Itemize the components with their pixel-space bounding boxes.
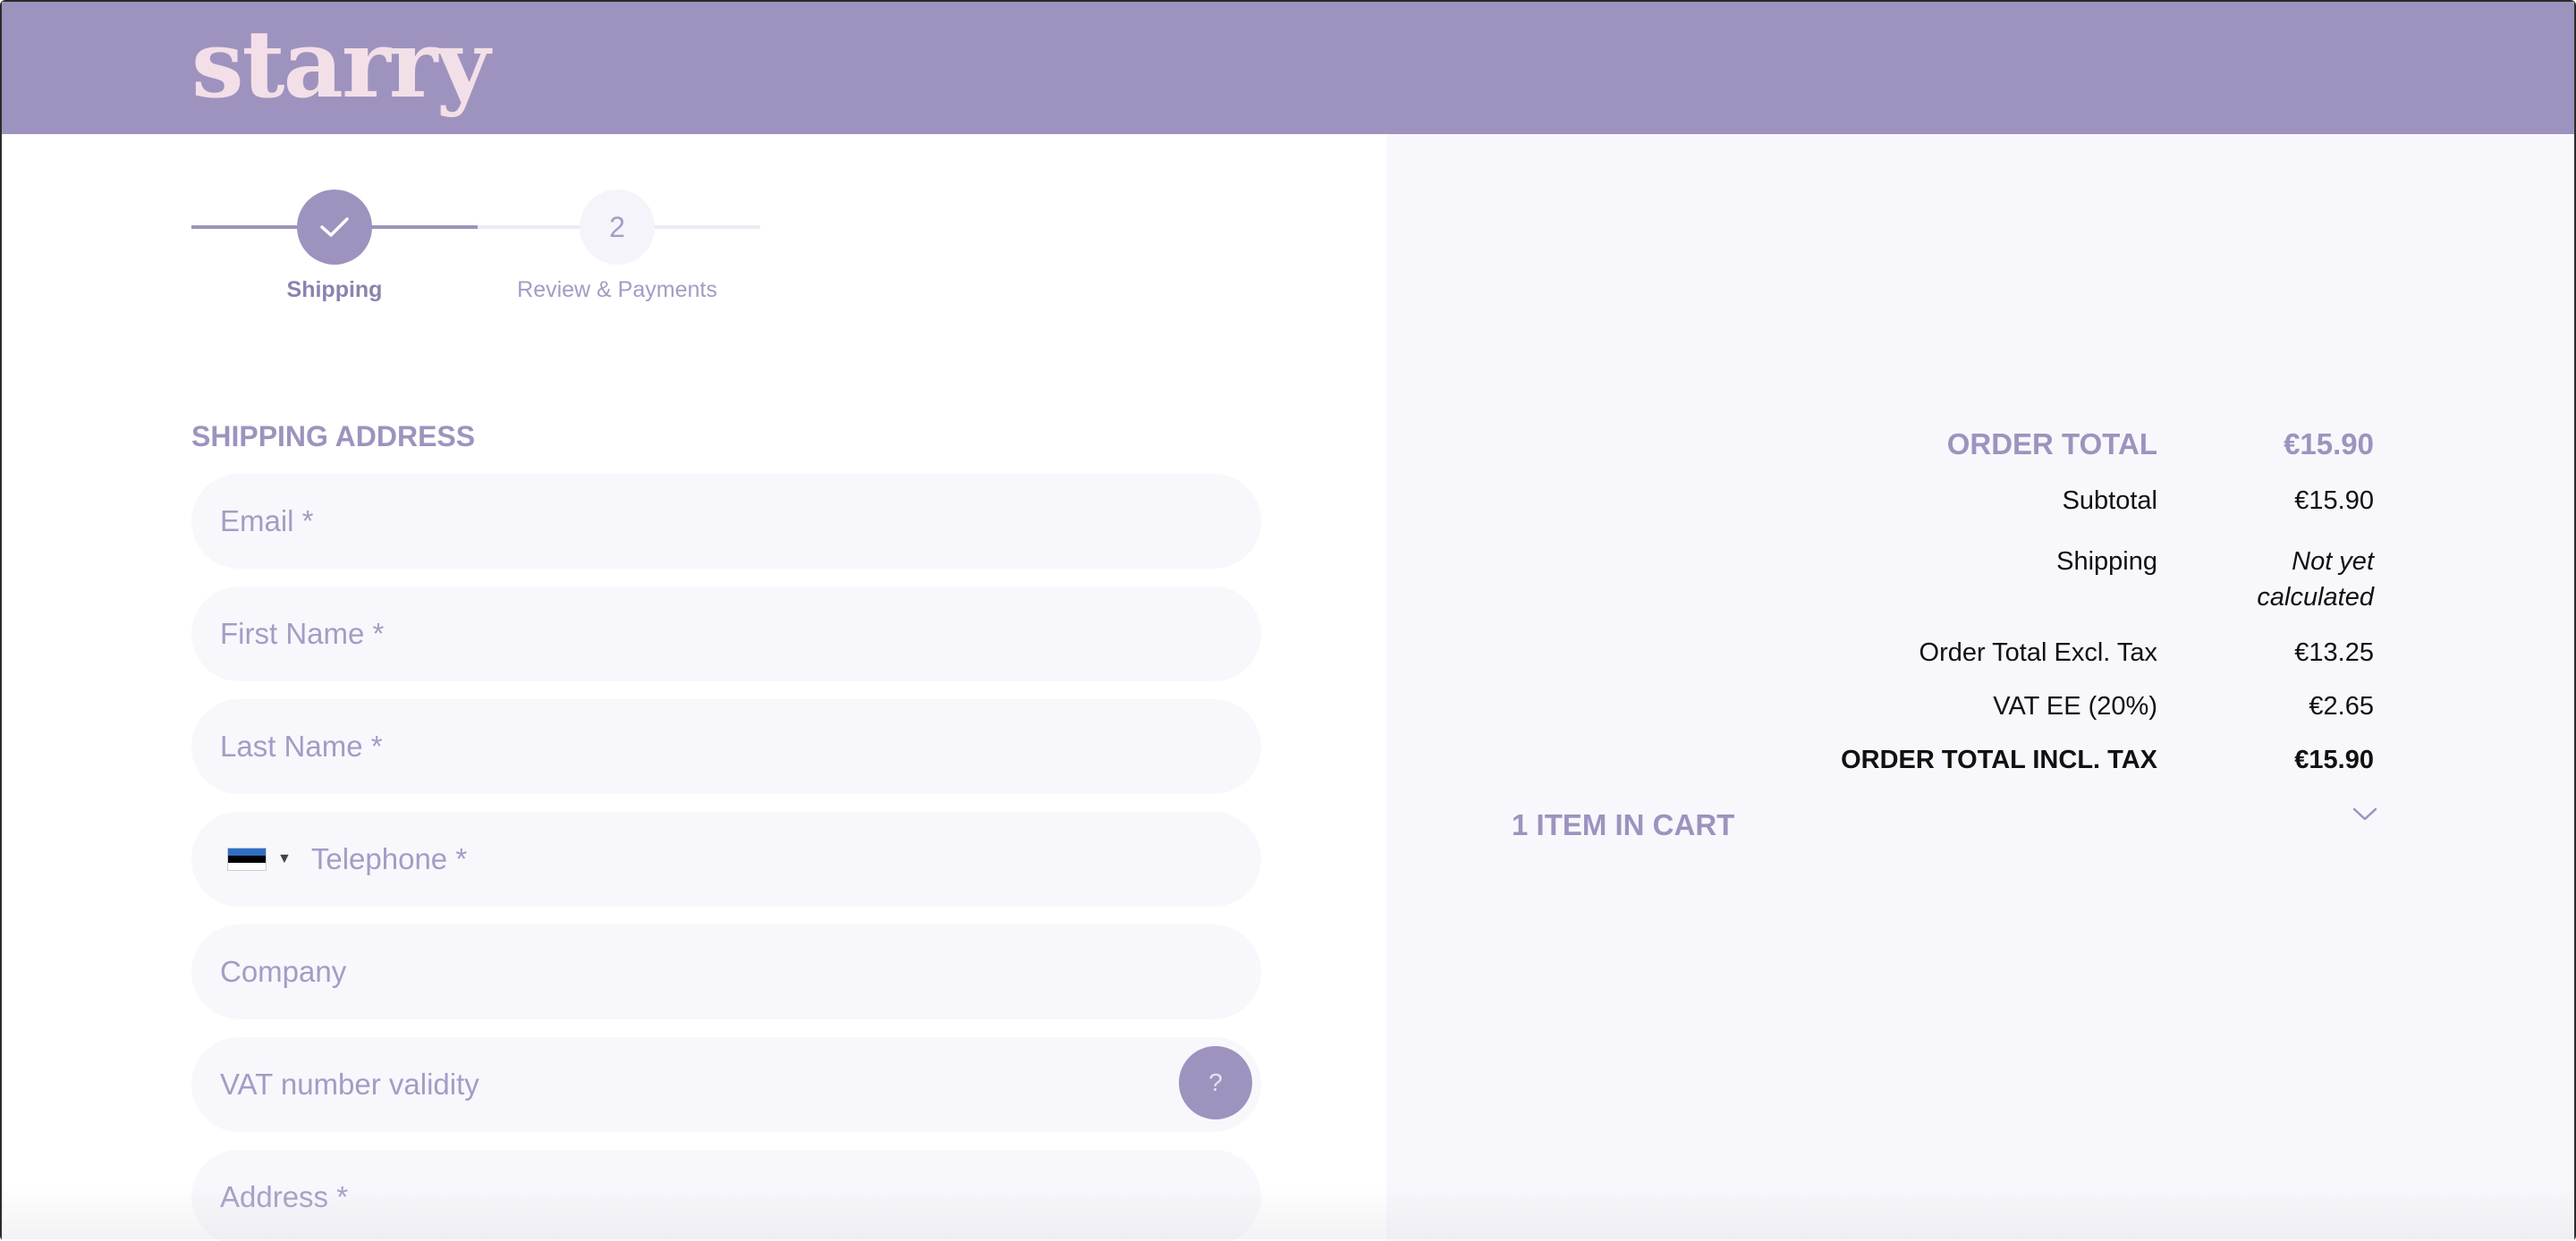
address-placeholder: Address * [220,1180,349,1213]
excl-tax-value: €13.25 [2294,638,2374,667]
vat-placeholder: VAT number validity [220,1068,479,1101]
excl-tax-label: Order Total Excl. Tax [1919,638,2157,667]
estonia-flag-icon[interactable] [227,848,267,871]
incl-tax-value: €15.90 [2294,746,2374,774]
shipping-cost-value: Not yet calculated [2257,544,2374,615]
company-field[interactable]: Company [191,924,1261,1019]
address-field[interactable]: Address * [191,1150,1261,1241]
chevron-down-icon[interactable] [2352,806,2377,827]
shipping-address-title: SHIPPING ADDRESS [191,420,476,452]
step-review-label: Review & Payments [517,277,717,302]
first-name-placeholder: First Name * [220,617,385,650]
shipping-cost-label: Shipping [2056,547,2157,576]
subtotal-value: €15.90 [2294,486,2374,515]
vat-help-button[interactable]: ? [1179,1046,1252,1119]
incl-tax-label: ORDER TOTAL INCL. TAX [1841,746,2157,774]
step-shipping-circle[interactable] [297,190,372,265]
site-header: starry [2,2,2574,134]
checkmark-icon [320,217,349,237]
telephone-field[interactable]: ▼ Telephone * [191,812,1261,907]
starry-logo[interactable]: starry [191,11,490,118]
company-placeholder: Company [220,955,347,988]
subtotal-label: Subtotal [2062,486,2157,515]
shipping-value-line-2: calculated [2257,583,2374,612]
vat-number-field[interactable]: VAT number validity ? [191,1037,1261,1132]
email-placeholder: Email * [220,504,314,537]
last-name-field[interactable]: Last Name * [191,699,1261,794]
first-name-field[interactable]: First Name * [191,587,1261,681]
step-shipping-label: Shipping [286,277,383,302]
step-review-circle[interactable]: 2 [580,190,655,265]
cart-items-toggle[interactable]: 1 ITEM IN CART [1512,808,1734,842]
telephone-placeholder: Telephone * [310,842,468,875]
last-name-placeholder: Last Name * [220,730,383,763]
vat-label: VAT EE (20%) [1993,692,2157,721]
order-summary-panel [1386,134,2574,1241]
order-total-value: €15.90 [2284,427,2374,460]
shipping-value-line-1: Not yet [2292,547,2374,576]
country-dropdown-caret-icon[interactable]: ▼ [277,851,292,867]
email-field[interactable]: Email * [191,474,1261,569]
checkout-form-panel: 2 Shipping Review & Payments SHIPPING AD… [2,134,1386,1241]
order-total-label: ORDER TOTAL [1946,427,2157,460]
vat-value: €2.65 [2309,692,2374,721]
